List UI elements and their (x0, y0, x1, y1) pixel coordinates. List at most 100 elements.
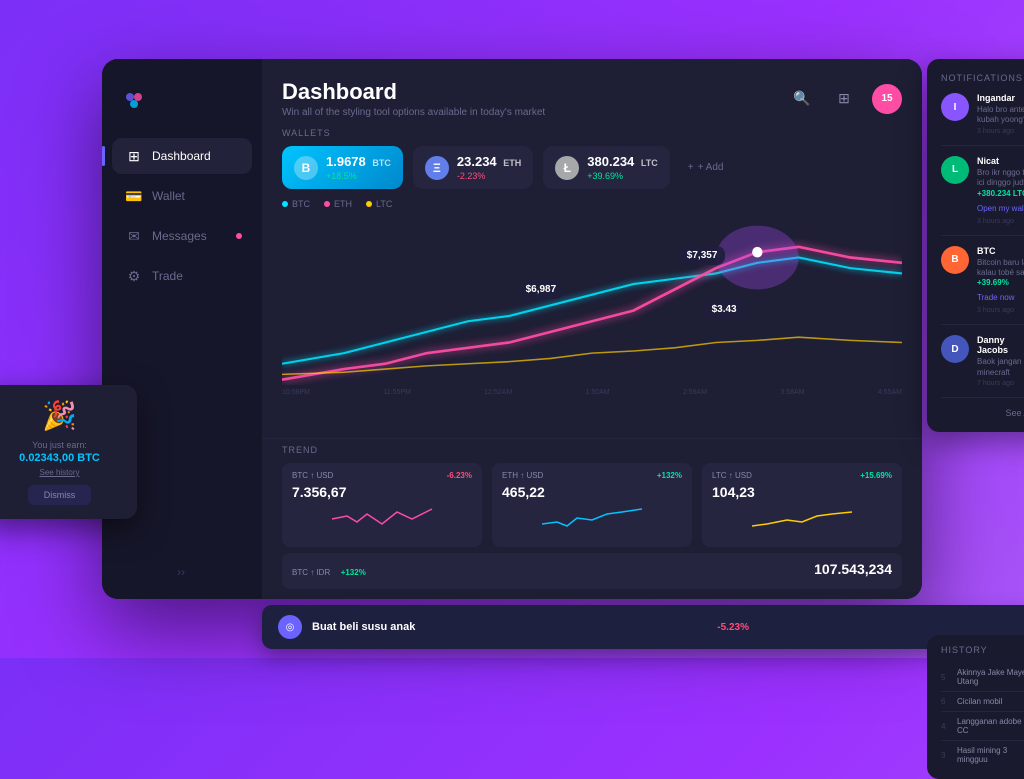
legend-ltc: LTC (366, 199, 392, 209)
reward-dismiss-button[interactable]: Dismiss (28, 485, 92, 505)
page-title-area: Dashboard Win all of the styling tool op… (282, 79, 545, 118)
trend-value-btc: 7.356,67 (292, 484, 472, 500)
sidebar-label-dashboard: Dashboard (152, 149, 211, 163)
eth-change: -2.23% (457, 171, 521, 181)
notif-header-3: BTC News (977, 246, 1024, 256)
notification-item-3: B BTC News Bitcoin baru laje menguat $ p… (941, 246, 1024, 326)
notif-text-1: Halo bro anter ane pro safe? ane kubah y… (977, 105, 1024, 126)
trend-header-eth: ETH ↑ USD +132% (502, 471, 682, 480)
btc-icon: B (294, 156, 318, 180)
notification-count: 15 (881, 93, 892, 104)
trend-sparkline-btc (292, 504, 472, 534)
sidebar-label-wallet: Wallet (152, 189, 185, 203)
reward-history-link[interactable]: See history (0, 468, 123, 477)
history-num-4: 3 (941, 751, 953, 760)
notification-item-1: I Ingandar Sent you a message Halo bro a… (941, 93, 1024, 146)
add-wallet-button[interactable]: + + Add (680, 154, 732, 181)
page-title: Dashboard (282, 79, 545, 105)
grid-button[interactable]: ⊞ (830, 85, 858, 113)
sidebar-label-trade: Trade (152, 269, 183, 283)
trend-name-btc: BTC ↑ USD (292, 471, 333, 480)
trend-card-eth[interactable]: ETH ↑ USD +132% 465,22 (492, 463, 692, 547)
wallet-btc[interactable]: B 1.9678 BTC +18.5% (282, 146, 403, 189)
search-button[interactable]: 🔍 (788, 85, 816, 113)
notification-button[interactable]: 15 (872, 84, 902, 114)
btc-dot (282, 201, 288, 207)
ltc-amount: 380.234 LTC (587, 154, 657, 169)
active-indicator (102, 146, 105, 166)
sidebar-label-messages: Messages (152, 229, 207, 243)
history-name-3: Langganan adobe CC (957, 717, 1024, 735)
notif-time-2: 3 hours ago (977, 218, 1024, 225)
trade-now-link[interactable]: Trade now (977, 293, 1015, 302)
chart-wrapper: $6,987 $7,357 $3.43 (282, 215, 902, 385)
top-bar: Dashboard Win all of the styling tool op… (262, 59, 922, 128)
messages-icon: ✉ (126, 228, 142, 244)
notif-content-1: Ingandar Sent you a message Halo bro ant… (977, 93, 1024, 135)
history-num-1: 5 (941, 673, 953, 682)
btc-change: +18.5% (326, 171, 391, 181)
transaction-left: ◎ Buat beli susu anak (278, 615, 415, 639)
trend-bottom-change: +132% (341, 568, 366, 577)
wallet-eth[interactable]: Ξ 23.234 ETH -2.23% (413, 146, 533, 189)
trend-bottom-card[interactable]: BTC ↑ IDR +132% 107.543,234 (282, 553, 902, 589)
notif-name-1: Ingandar (977, 93, 1015, 103)
trend-value-eth: 465,22 (502, 484, 682, 500)
sidebar-item-wallet[interactable]: 💳 Wallet (112, 178, 252, 214)
history-name-2: Cicilan mobil (957, 697, 1024, 706)
trend-header-btc: BTC ↑ USD -6.23% (292, 471, 472, 480)
history-num-2: 6 (941, 697, 953, 706)
messages-badge (236, 233, 242, 239)
notif-header-1: Ingandar Sent you a message (977, 93, 1024, 103)
notif-content-4: Danny Jacobs Sent you a message Baok jan… (977, 335, 1024, 387)
sidebar-item-dashboard[interactable]: ⊞ Dashboard (112, 138, 252, 174)
transaction-change: -5.23% (717, 622, 749, 633)
sidebar-item-trade[interactable]: ⚙ Trade (112, 258, 252, 294)
trend-card-btc[interactable]: BTC ↑ USD -6.23% 7.356,67 (282, 463, 482, 547)
sidebar-logo (102, 79, 262, 138)
notification-item-4: D Danny Jacobs Sent you a message Baok j… (941, 335, 1024, 398)
trend-card-ltc[interactable]: LTC ↑ USD +15.69% 104,23 (702, 463, 902, 547)
notif-change-3: +39.69% (977, 278, 1024, 287)
sidebar-item-messages[interactable]: ✉ Messages (112, 218, 252, 254)
trend-name-eth: ETH ↑ USD (502, 471, 543, 480)
history-item-1: 5 Akinnya Jake Mayer Utang +0.02% 09/26/… (941, 663, 1024, 692)
transaction-name: Buat beli susu anak (312, 621, 415, 633)
reward-text: You just earn: (0, 440, 123, 450)
trend-header-ltc: LTC ↑ USD +15.69% (712, 471, 892, 480)
notifications-title: NOTIFICATIONS (941, 73, 1024, 83)
open-wallet-link[interactable]: Open my wallet (977, 204, 1024, 213)
eth-info: 23.234 ETH -2.23% (457, 154, 521, 181)
history-num-3: 4 (941, 722, 953, 731)
transaction-bar: ◎ Buat beli susu anak -5.23% 08/26/2018 (262, 605, 1024, 649)
notif-time-4: 7 hours ago (977, 380, 1024, 387)
reward-popup: 🎉 You just earn: 0.02343,00 BTC See hist… (0, 385, 137, 519)
notif-time-3: 3 hours ago (977, 307, 1024, 314)
trade-icon: ⚙ (126, 268, 142, 284)
trend-sparkline-eth (502, 504, 682, 534)
transaction-icon: ◎ (278, 615, 302, 639)
notif-header-2: Nicat Sent you a coin (977, 156, 1024, 166)
see-all-notifications[interactable]: See All (941, 408, 1024, 418)
notif-name-2: Nicat (977, 156, 999, 166)
wallets-row: B 1.9678 BTC +18.5% Ξ 23.234 ET (282, 146, 902, 189)
reward-emoji: 🎉 (0, 399, 123, 432)
notif-content-2: Nicat Sent you a coin Bro ikr nggo tuko … (977, 156, 1024, 225)
chart-x-labels: 10:58PM 11:55PM 12:52AM 1:50AM 2:59AM 3:… (282, 389, 902, 396)
trend-grid: BTC ↑ USD -6.23% 7.356,67 ETH ↑ USD +132… (282, 463, 902, 547)
page-subtitle: Win all of the styling tool options avai… (282, 107, 545, 118)
trend-bottom: BTC ↑ IDR +132% 107.543,234 (282, 553, 902, 589)
wallet-ltc[interactable]: Ł 380.234 LTC +39.69% (543, 146, 669, 189)
chart-section: BTC ETH LTC (262, 199, 922, 438)
nav-arrow[interactable]: ›› (177, 565, 185, 579)
ltc-icon: Ł (555, 156, 579, 180)
eth-icon: Ξ (425, 156, 449, 180)
trend-bottom-name: BTC ↑ IDR (292, 568, 330, 577)
ltc-change: +39.69% (587, 171, 657, 181)
eth-dot (324, 201, 330, 207)
notif-content-3: BTC News Bitcoin baru laje menguat $ poi… (977, 246, 1024, 315)
notif-name-4: Danny Jacobs (977, 335, 1024, 355)
history-item-3: 4 Langganan adobe CC -6.23% 09/26/2018 (941, 712, 1024, 741)
history-name-1: Akinnya Jake Mayer Utang (957, 668, 1024, 686)
btc-info: 1.9678 BTC +18.5% (326, 154, 391, 181)
